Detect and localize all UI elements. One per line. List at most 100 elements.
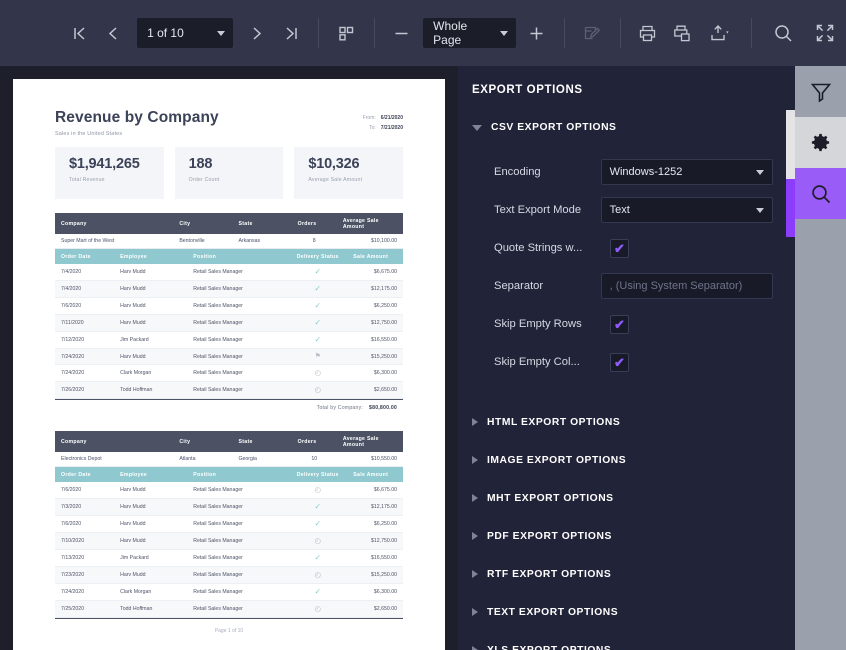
- group-column-header: Orders: [291, 213, 337, 234]
- cell-position: Retail Sales Manager: [187, 549, 289, 567]
- cell-sale-amount: $6,675.00: [347, 264, 403, 281]
- cell-position: Retail Sales Manager: [187, 381, 289, 399]
- cell-order-date: 7/11/2020: [55, 314, 115, 332]
- cell-sale-amount: $6,675.00: [347, 482, 403, 499]
- group-table: Company City State Orders Average Sale Amoun…: [55, 431, 403, 467]
- cell-order-date: 7/13/2020: [55, 549, 115, 567]
- filter-icon[interactable]: [795, 66, 846, 117]
- zoom-out-icon[interactable]: [385, 13, 420, 53]
- check-icon: ✓: [314, 553, 322, 562]
- export-group-mht[interactable]: MHT EXPORT OPTIONS: [472, 479, 773, 517]
- group-column-header: Average Sale Amount: [336, 213, 403, 234]
- last-page-icon[interactable]: [274, 13, 309, 53]
- cell-company: Super Mart of the West: [55, 234, 174, 249]
- cell-delivery-status: ◴: [288, 482, 348, 499]
- cell-sale-amount: $2,650.00: [347, 381, 403, 399]
- document-viewport[interactable]: Revenue by Company Sales in the United S…: [0, 66, 458, 650]
- zoom-in-icon[interactable]: [520, 13, 555, 53]
- cell-delivery-status: ✓: [288, 498, 348, 516]
- search-icon[interactable]: [795, 168, 846, 219]
- page-selector-value: 1 of 10: [147, 26, 184, 40]
- chevron-right-icon: [472, 532, 478, 540]
- cell-state: Arkansas: [232, 234, 292, 249]
- rail-filler: [795, 219, 846, 650]
- scrollbar-thumb-accent[interactable]: [786, 179, 795, 237]
- cell-order-date: 7/26/2020: [55, 381, 115, 399]
- table-row: Electronics Depot Atlanta Georgia 10 $10,550…: [55, 452, 403, 467]
- csv-export-options-group[interactable]: CSV EXPORT OPTIONS: [472, 122, 773, 133]
- page-selector[interactable]: 1 of 10: [137, 18, 234, 48]
- export-group-rtf[interactable]: RTF EXPORT OPTIONS: [472, 555, 773, 593]
- report-viewer-app: 1 of 10 Whole Page Revenue by Company Sa…: [0, 0, 846, 650]
- table-row: 7/12/2020 Jim Packard Retail Sales Manager…: [55, 331, 403, 349]
- export-group-label: TEXT EXPORT OPTIONS: [487, 606, 619, 618]
- encoding-select[interactable]: Windows-1252: [600, 159, 773, 185]
- total-value: $80,800.00: [369, 405, 397, 411]
- print-icon[interactable]: [631, 13, 666, 53]
- chevron-right-icon: [472, 608, 478, 616]
- export-group-label: HTML EXPORT OPTIONS: [487, 416, 621, 428]
- quote-strings-checkbox[interactable]: ✔: [610, 238, 629, 258]
- export-group-image[interactable]: IMAGE EXPORT OPTIONS: [472, 441, 773, 479]
- report-header: Revenue by Company Sales in the United S…: [37, 99, 421, 137]
- cell-delivery-status: ✓: [288, 515, 348, 533]
- first-page-icon[interactable]: [62, 13, 97, 53]
- fullscreen-icon[interactable]: [804, 13, 846, 53]
- cell-delivery-status: ◴: [288, 381, 348, 399]
- cell-position: Retail Sales Manager: [187, 364, 289, 382]
- chevron-right-icon: [472, 646, 478, 650]
- detail-column-header: Position: [187, 467, 289, 482]
- cell-employee: Harv Mudd: [114, 297, 188, 315]
- from-label: From:: [362, 115, 376, 121]
- table-row: 7/6/2020 Harv Mudd Retail Sales Manager ◴ $6…: [55, 482, 403, 499]
- export-group-pdf[interactable]: PDF EXPORT OPTIONS: [472, 517, 773, 555]
- cell-delivery-status: ✓: [288, 314, 348, 332]
- cell-city: Bentonville: [173, 234, 233, 249]
- gear-icon[interactable]: [795, 117, 846, 168]
- skip-empty-columns-checkbox[interactable]: ✔: [610, 352, 629, 372]
- separator-input[interactable]: , (Using System Separator): [600, 273, 773, 299]
- next-page-icon[interactable]: [239, 13, 274, 53]
- check-icon: ✓: [314, 335, 322, 344]
- zoom-selector[interactable]: Whole Page: [423, 18, 516, 48]
- export-group-html[interactable]: HTML EXPORT OPTIONS: [472, 403, 773, 441]
- skip-empty-rows-checkbox[interactable]: ✔: [610, 314, 629, 334]
- text-export-mode-row: Text Export Mode Text: [494, 191, 773, 229]
- cell-delivery-status: ✓: [288, 297, 348, 315]
- scrollbar-thumb-light[interactable]: [786, 110, 795, 179]
- table-header-row: Company City State Orders Average Sale Amoun…: [55, 431, 403, 452]
- cell-orders: 10: [291, 452, 337, 467]
- detail-header-row: Order Date Employee Position Delivery Statu…: [55, 249, 403, 264]
- card-value: $1,941,265: [69, 156, 140, 172]
- panel-scrollbar[interactable]: [786, 66, 795, 650]
- previous-page-icon[interactable]: [97, 13, 132, 53]
- table-row: 7/13/2020 Jim Packard Retail Sales Manager…: [55, 549, 403, 567]
- report-groups: Company City State Orders Average Sale Amoun…: [37, 213, 421, 619]
- cell-sale-amount: $6,300.00: [347, 364, 403, 382]
- cell-employee: Clark Morgan: [114, 583, 188, 601]
- summary-card: $10,326 Average Sale Amount: [294, 147, 404, 199]
- check-icon: ✓: [314, 502, 322, 511]
- cell-sale-amount: $6,300.00: [347, 583, 403, 601]
- export-icon[interactable]: [700, 13, 742, 53]
- detail-column-header: Delivery Status: [288, 249, 348, 264]
- search-icon[interactable]: [762, 13, 804, 53]
- truck-icon: ⚑: [314, 353, 321, 360]
- print-page-icon[interactable]: [665, 13, 700, 53]
- text-export-mode-select[interactable]: Text: [600, 197, 773, 223]
- export-group-xls[interactable]: XLS EXPORT OPTIONS: [472, 631, 773, 650]
- to-label: To:: [369, 124, 376, 131]
- main-area: Revenue by Company Sales in the United S…: [0, 66, 846, 650]
- company-group: Company City State Orders Average Sale Amoun…: [37, 213, 421, 399]
- table-row: 7/24/2020 Clark Morgan Retail Sales Manage…: [55, 583, 403, 601]
- multiple-pages-icon[interactable]: [329, 13, 364, 53]
- export-group-label: RTF EXPORT OPTIONS: [487, 568, 612, 580]
- design-report-icon[interactable]: [575, 13, 610, 53]
- skip-empty-columns-label: Skip Empty Col...: [494, 356, 580, 368]
- cell-employee: Harv Mudd: [114, 532, 188, 550]
- separator-label: Separator: [494, 280, 544, 292]
- cell-order-date: 7/4/2020: [55, 264, 115, 281]
- card-value: $10,326: [308, 156, 360, 172]
- panel-title: EXPORT OPTIONS: [472, 84, 583, 96]
- export-group-text[interactable]: TEXT EXPORT OPTIONS: [472, 593, 773, 631]
